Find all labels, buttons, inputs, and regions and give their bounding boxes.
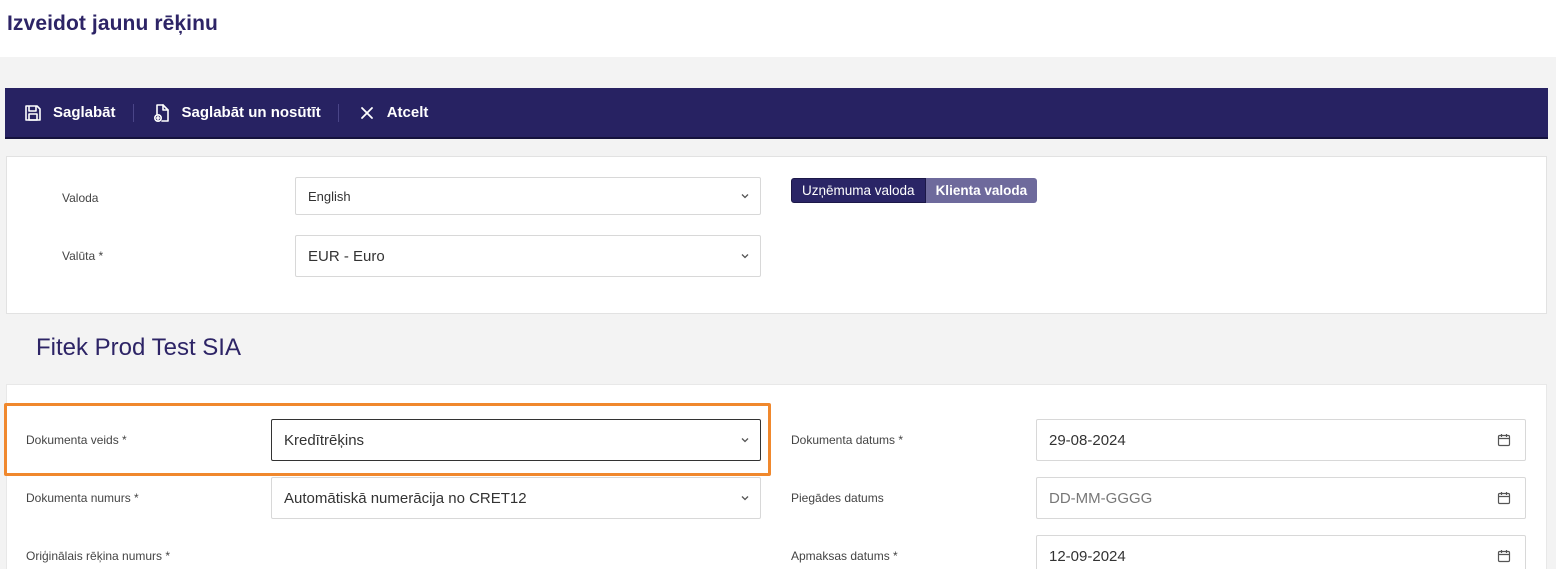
page-header: Izveidot jaunu rēķinu bbox=[0, 0, 1556, 57]
language-label: Valoda bbox=[62, 191, 99, 205]
document-send-icon bbox=[151, 102, 173, 124]
settings-card: Valoda English Uzņēmuma valoda Klienta v… bbox=[6, 156, 1547, 314]
calendar-icon[interactable] bbox=[1497, 491, 1511, 505]
due-date-input[interactable]: 12-09-2024 bbox=[1036, 535, 1526, 569]
save-button[interactable]: Saglabāt bbox=[22, 88, 116, 137]
chevron-down-icon bbox=[741, 438, 749, 443]
document-date-value: 29-08-2024 bbox=[1049, 431, 1126, 449]
document-type-label: Dokumenta veids * bbox=[26, 433, 127, 447]
chevron-down-icon bbox=[741, 194, 749, 199]
company-name-heading: Fitek Prod Test SIA bbox=[36, 334, 241, 361]
due-date-label: Apmaksas datums * bbox=[791, 549, 898, 563]
client-language-button[interactable]: Klienta valoda bbox=[925, 178, 1038, 203]
document-number-select[interactable]: Automātiskā numerācija no CRET12 bbox=[271, 477, 761, 519]
calendar-icon[interactable] bbox=[1497, 433, 1511, 447]
document-details-card: Dokumenta veids * Kredītrēķins Dokumenta… bbox=[6, 384, 1547, 569]
delivery-date-label: Piegādes datums bbox=[791, 491, 884, 505]
toolbar-divider bbox=[132, 103, 134, 122]
document-number-value: Automātiskā numerācija no CRET12 bbox=[284, 489, 527, 507]
language-select-value: English bbox=[308, 188, 351, 204]
toolbar-divider bbox=[337, 103, 339, 122]
document-type-value: Kredītrēķins bbox=[284, 431, 365, 449]
original-invoice-number-label: Oriģinālais rēķina numurs * bbox=[26, 549, 171, 563]
cancel-button[interactable]: Atcelt bbox=[356, 88, 429, 137]
cancel-button-label: Atcelt bbox=[386, 104, 429, 121]
chevron-down-icon bbox=[741, 496, 749, 501]
save-icon bbox=[22, 102, 44, 124]
calendar-icon[interactable] bbox=[1497, 549, 1511, 563]
document-date-input[interactable]: 29-08-2024 bbox=[1036, 419, 1526, 461]
close-icon bbox=[356, 102, 378, 124]
currency-select[interactable]: EUR - Euro bbox=[295, 235, 761, 277]
company-language-button[interactable]: Uzņēmuma valoda bbox=[791, 178, 926, 203]
document-number-label: Dokumenta numurs * bbox=[26, 491, 139, 505]
currency-select-value: EUR - Euro bbox=[308, 247, 385, 265]
delivery-date-input[interactable]: DD-MM-GGGG bbox=[1036, 477, 1526, 519]
document-type-select[interactable]: Kredītrēķins bbox=[271, 419, 761, 461]
due-date-value: 12-09-2024 bbox=[1049, 547, 1126, 565]
page-title: Izveidot jaunu rēķinu bbox=[7, 12, 218, 35]
language-toggle: Uzņēmuma valoda Klienta valoda bbox=[791, 178, 1038, 203]
save-and-send-label: Saglabāt un nosūtīt bbox=[181, 104, 321, 121]
chevron-down-icon bbox=[741, 254, 749, 259]
action-toolbar: Saglabāt Saglabāt un nosūtīt Atcelt bbox=[5, 88, 1548, 139]
currency-label: Valūta * bbox=[62, 249, 104, 263]
document-date-label: Dokumenta datums * bbox=[791, 433, 904, 447]
save-button-label: Saglabāt bbox=[53, 104, 116, 121]
delivery-date-placeholder: DD-MM-GGGG bbox=[1049, 489, 1153, 507]
language-select[interactable]: English bbox=[295, 177, 761, 215]
save-and-send-button[interactable]: Saglabāt un nosūtīt bbox=[151, 88, 321, 137]
